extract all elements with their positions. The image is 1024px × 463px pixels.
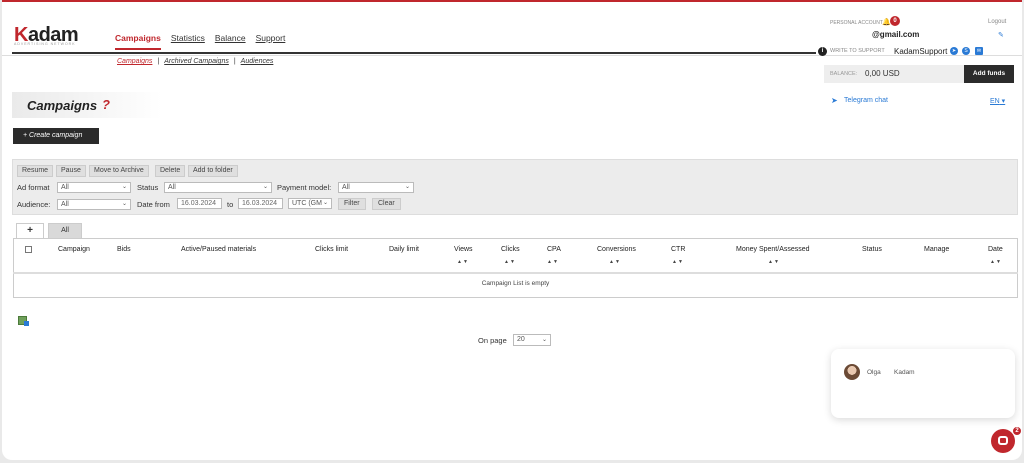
- col-conversions[interactable]: Conversions: [597, 246, 636, 253]
- delete-button[interactable]: Delete: [155, 165, 186, 177]
- sort-clicks-icon[interactable]: ▲▼: [504, 259, 516, 265]
- audience-label: Audience:: [17, 200, 51, 209]
- notification-badge: 0: [890, 16, 900, 26]
- payment-model-select[interactable]: All ⌄: [338, 182, 414, 193]
- add-folder-tab[interactable]: +: [16, 223, 44, 238]
- col-daily-limit[interactable]: Daily limit: [389, 246, 419, 253]
- create-campaign-button[interactable]: + Create campaign: [13, 128, 99, 144]
- col-views[interactable]: Views: [454, 246, 473, 253]
- edit-pencil-icon[interactable]: ✎: [998, 31, 1004, 39]
- subnav-archived-campaigns[interactable]: Archived Campaigns: [164, 58, 229, 65]
- date-from-input[interactable]: 16.03.2024: [177, 198, 222, 209]
- chevron-down-icon: ⌄: [541, 337, 547, 343]
- account-email: @gmail.com: [872, 30, 920, 39]
- page-title: Campaigns: [27, 98, 98, 113]
- info-icon: i: [818, 47, 827, 56]
- payment-model-label: Payment model:: [277, 183, 332, 192]
- chat-unread-badge: 2: [1012, 426, 1022, 436]
- date-to-input[interactable]: 16.03.2024: [238, 198, 283, 209]
- logo-tagline: ADVERTISING NETWORK: [14, 42, 76, 46]
- chevron-down-icon: ⌄: [404, 184, 410, 190]
- balance-label: BALANCE:: [830, 71, 858, 77]
- col-bids[interactable]: Bids: [117, 246, 131, 253]
- header-divider-light: [2, 55, 1022, 56]
- col-cpa[interactable]: CPA: [547, 246, 561, 253]
- date-from-label: Date from: [137, 200, 170, 209]
- clear-button[interactable]: Clear: [372, 198, 401, 210]
- pause-button[interactable]: Pause: [56, 165, 86, 177]
- help-icon[interactable]: ?: [102, 97, 110, 112]
- status-label: Status: [137, 183, 159, 192]
- chevron-down-icon: ⌄: [322, 200, 328, 206]
- table-header-divider: [13, 272, 1018, 274]
- agent-avatar: [844, 364, 860, 380]
- agent-company: Kadam: [894, 369, 915, 376]
- col-money-spent[interactable]: Money Spent/Assessed: [736, 246, 810, 253]
- sort-cpa-icon[interactable]: ▲▼: [547, 259, 559, 265]
- skype-icon[interactable]: S: [962, 47, 970, 55]
- filter-button[interactable]: Filter: [338, 198, 366, 210]
- col-ctr[interactable]: CTR: [671, 246, 685, 253]
- write-to-support-label: WRITE TO SUPPORT: [830, 48, 885, 54]
- add-funds-button[interactable]: Add funds: [964, 65, 1014, 83]
- ad-format-label: Ad format: [17, 183, 50, 192]
- status-select[interactable]: All ⌄: [164, 182, 272, 193]
- add-to-folder-button[interactable]: Add to folder: [188, 165, 238, 177]
- col-date[interactable]: Date: [988, 246, 1003, 253]
- language-selector[interactable]: EN ▾: [990, 97, 1005, 105]
- col-status[interactable]: Status: [862, 246, 882, 253]
- subnav-audiences[interactable]: Audiences: [241, 58, 274, 65]
- empty-table-message: Campaign List is empty: [481, 280, 550, 287]
- col-clicks[interactable]: Clicks: [501, 246, 520, 253]
- app-window: Kadam ADVERTISING NETWORK Campaigns Stat…: [2, 0, 1022, 460]
- nav-support[interactable]: Support: [256, 33, 286, 50]
- move-to-archive-button[interactable]: Move to Archive: [89, 165, 149, 177]
- personal-account-label: PERSONAL ACCOUNT: [830, 20, 883, 26]
- agent-name: Olga: [867, 369, 881, 376]
- telegram-icon[interactable]: ➤: [950, 47, 958, 55]
- sort-ctr-icon[interactable]: ▲▼: [672, 259, 684, 265]
- sort-views-icon[interactable]: ▲▼: [457, 259, 469, 265]
- chat-preview-card[interactable]: [831, 349, 1015, 418]
- col-clicks-limit[interactable]: Clicks limit: [315, 246, 348, 253]
- timezone-select[interactable]: UTC (GM ⌄: [288, 198, 332, 209]
- per-page-select[interactable]: 20 ⌄: [513, 334, 551, 346]
- mail-icon[interactable]: ✉: [975, 47, 983, 55]
- resume-button[interactable]: Resume: [17, 165, 54, 177]
- col-campaign[interactable]: Campaign: [58, 246, 90, 253]
- logout-link[interactable]: Logout: [988, 19, 1006, 25]
- select-all-checkbox[interactable]: [25, 246, 32, 253]
- chevron-down-icon: ⌄: [262, 184, 268, 190]
- sub-nav: Campaigns | Archived Campaigns | Audienc…: [117, 58, 273, 65]
- nav-statistics[interactable]: Statistics: [171, 33, 205, 50]
- audience-select[interactable]: All ⌄: [57, 199, 131, 210]
- telegram-plane-icon: ➤: [831, 96, 838, 105]
- header-divider: [12, 52, 816, 54]
- sort-date-icon[interactable]: ▲▼: [990, 259, 1002, 265]
- on-page-label: On page: [478, 336, 507, 345]
- col-active-paused-materials[interactable]: Active/Paused materials: [181, 246, 256, 253]
- subnav-campaigns[interactable]: Campaigns: [117, 58, 152, 65]
- chevron-down-icon: ⌄: [121, 201, 127, 207]
- excel-export-icon[interactable]: [18, 316, 29, 326]
- sort-money-icon[interactable]: ▲▼: [768, 259, 780, 265]
- nav-campaigns[interactable]: Campaigns: [115, 33, 161, 50]
- subnav-separator: |: [233, 58, 236, 65]
- main-nav: Campaigns Statistics Balance Support: [115, 33, 285, 50]
- sort-conversions-icon[interactable]: ▲▼: [609, 259, 621, 265]
- support-name: KadamSupport: [894, 47, 948, 56]
- tab-all[interactable]: All: [48, 223, 82, 238]
- balance-value: 0,00 USD: [865, 69, 900, 78]
- chevron-down-icon: ⌄: [121, 184, 127, 190]
- col-manage[interactable]: Manage: [924, 246, 949, 253]
- nav-balance[interactable]: Balance: [215, 33, 246, 50]
- ad-format-select[interactable]: All ⌄: [57, 182, 131, 193]
- telegram-chat-link[interactable]: Telegram chat: [844, 97, 888, 104]
- date-to-label: to: [227, 200, 234, 209]
- subnav-separator: |: [157, 58, 160, 65]
